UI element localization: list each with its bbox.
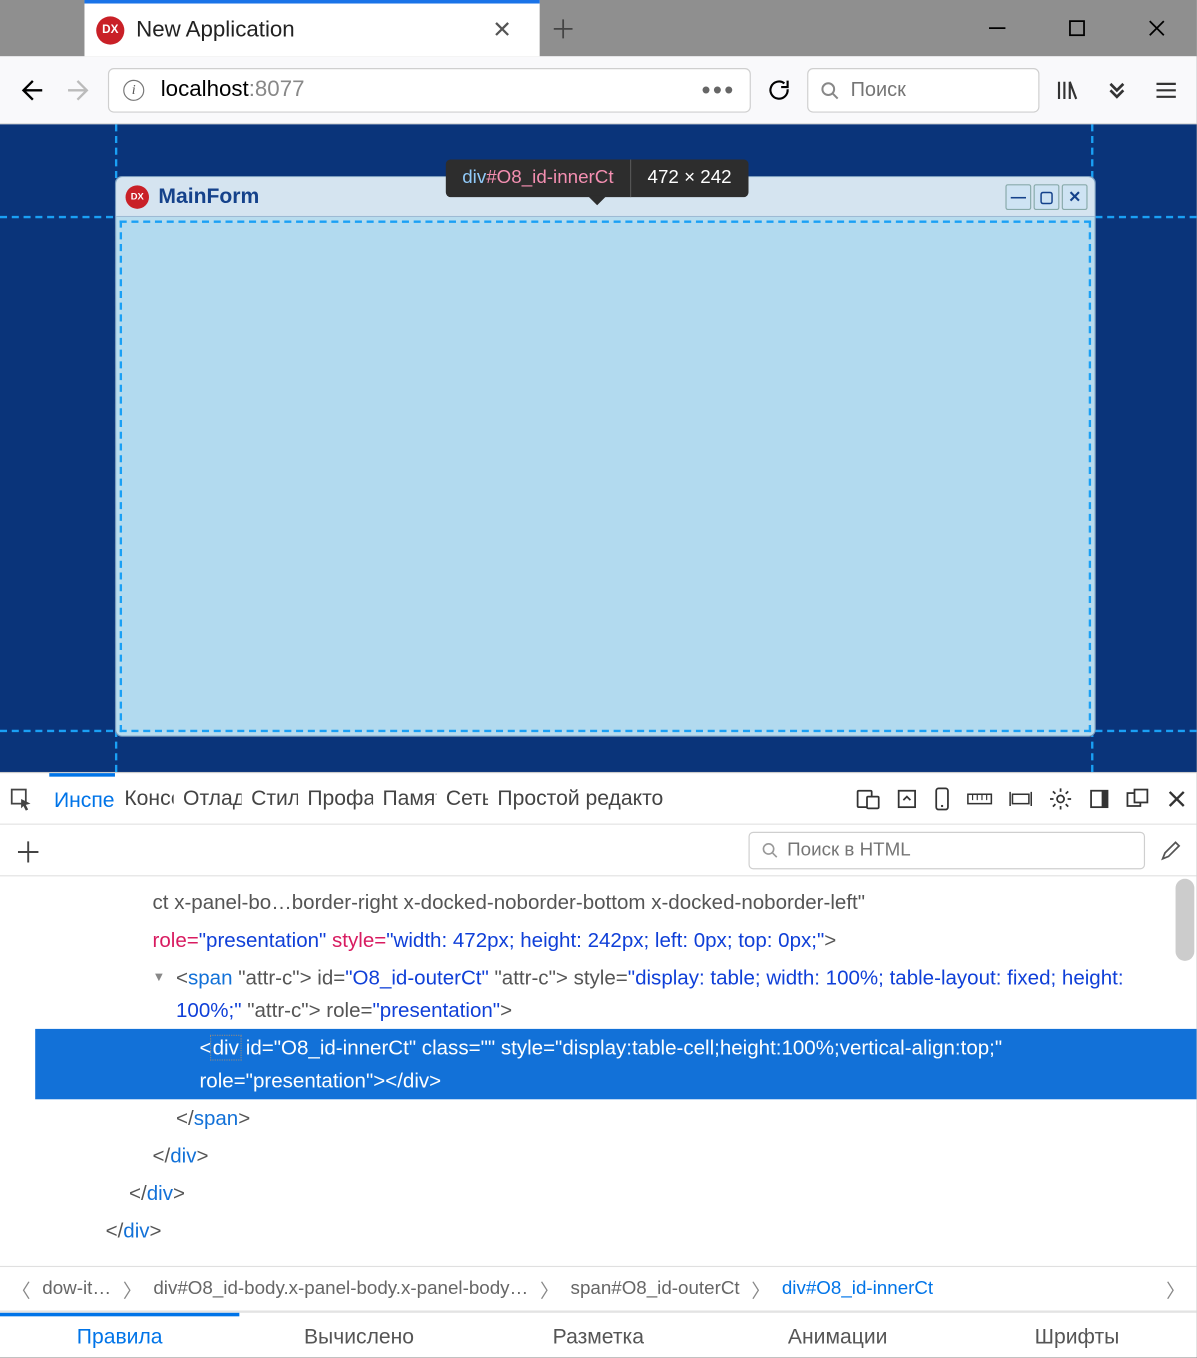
crumb-scroll-left[interactable]: 〈 — [7, 1275, 35, 1303]
style-tab-layout[interactable]: Разметка — [479, 1313, 718, 1358]
html-search-box[interactable] — [749, 831, 1146, 869]
back-button[interactable] — [9, 69, 51, 111]
breadcrumb-item[interactable]: div#O8_id-innerCt — [777, 1278, 938, 1299]
devtools-tab-scratchpad[interactable]: Простой редактор — [493, 773, 664, 823]
main-form-window[interactable]: DX MainForm — ▢ ✕ — [115, 176, 1096, 737]
window-titlebar: DX New Application ✕ ＋ — [0, 0, 1197, 56]
iframe-picker-button[interactable] — [896, 788, 917, 809]
devtools-tab-styles[interactable]: Стили — [246, 773, 298, 823]
browser-tab[interactable]: DX New Application ✕ — [84, 0, 539, 56]
maximize-icon — [1068, 19, 1087, 38]
measure-button[interactable] — [1009, 790, 1032, 806]
library-icon — [1055, 77, 1081, 103]
breadcrumb-item[interactable]: span#O8_id-outerCt — [566, 1278, 744, 1299]
search-box[interactable] — [807, 67, 1039, 112]
dom-node-selected[interactable]: <div id="O8_id-innerCt" class="" style="… — [35, 1029, 1196, 1099]
window-icon: DX — [126, 185, 149, 208]
address-bar[interactable]: i localhost:8077 ••• — [108, 67, 751, 112]
app-favicon-icon: DX — [96, 16, 124, 44]
breadcrumb-item[interactable]: div#O8_id-body.x-panel-body.x-panel-body… — [149, 1278, 533, 1299]
devtools-tab-inspector[interactable]: Инспектор — [49, 773, 115, 823]
search-icon — [761, 841, 777, 859]
dom-tree-pane[interactable]: ct x-panel-bo…border-right x-docked-nobo… — [0, 876, 1197, 1266]
reload-icon — [766, 77, 792, 103]
menu-button[interactable] — [1145, 69, 1187, 111]
window-close-button[interactable]: ✕ — [1062, 184, 1088, 210]
tab-title: New Application — [136, 17, 467, 43]
dom-node[interactable]: </span> — [35, 1099, 1196, 1137]
element-tooltip: div#O8_id-innerCt 472 × 242 — [446, 160, 748, 198]
chevron-double-icon — [1104, 77, 1130, 103]
url-toolbar: i localhost:8077 ••• — [0, 56, 1197, 124]
search-input[interactable] — [851, 78, 1027, 101]
minimize-icon — [987, 18, 1008, 39]
create-element-button[interactable]: ＋ — [14, 829, 42, 870]
vertical-scrollbar[interactable] — [1176, 879, 1195, 961]
breadcrumb-item[interactable]: dow-it… — [38, 1278, 116, 1299]
devtools-tab-debugger[interactable]: Отладка — [178, 773, 241, 823]
style-subtabs: Правила Вычислено Разметка Анимации Шриф… — [0, 1310, 1197, 1357]
crumb-scroll-right[interactable]: 〉 — [1161, 1275, 1189, 1303]
window-maximize-button[interactable]: ▢ — [1034, 184, 1060, 210]
dom-node[interactable]: role="presentation" style="width: 472px;… — [35, 921, 1196, 959]
device-button[interactable] — [934, 787, 950, 810]
tab-strip: DX New Application ✕ ＋ — [0, 0, 587, 56]
dom-node[interactable]: ct x-panel-bo…border-right x-docked-nobo… — [35, 883, 1196, 921]
library-button[interactable] — [1046, 69, 1088, 111]
element-picker-button[interactable] — [9, 787, 44, 810]
site-info-icon[interactable]: i — [123, 79, 144, 100]
devtools-tab-network[interactable]: Сеть — [441, 773, 488, 823]
style-tab-computed[interactable]: Вычислено — [239, 1313, 478, 1358]
close-tab-button[interactable]: ✕ — [479, 6, 526, 53]
ruler-button[interactable] — [967, 789, 993, 808]
inspected-element-highlight — [121, 222, 1090, 731]
dom-node[interactable]: </div> — [35, 1137, 1196, 1175]
page-viewport: DX MainForm — ▢ ✕ div#O8_id-innerCt 472 … — [0, 124, 1197, 772]
reload-button[interactable] — [758, 69, 800, 111]
settings-button[interactable] — [1049, 787, 1072, 810]
devtools-tab-console[interactable]: Консоль — [120, 773, 174, 823]
hamburger-icon — [1153, 77, 1179, 103]
tooltip-dimensions: 472 × 242 — [631, 168, 748, 189]
dom-node[interactable]: </div> — [35, 1174, 1196, 1212]
edit-html-button[interactable] — [1159, 838, 1182, 861]
close-devtools-button[interactable] — [1166, 788, 1187, 809]
responsive-mode-button[interactable] — [856, 788, 879, 809]
devtools-search-row: ＋ — [0, 825, 1197, 877]
devtools-tab-profiler[interactable]: Профайлер — [303, 773, 373, 823]
style-tab-rules[interactable]: Правила — [0, 1313, 239, 1358]
search-icon — [820, 80, 839, 99]
close-window-button[interactable] — [1117, 0, 1197, 56]
separate-window-button[interactable] — [1126, 788, 1149, 809]
dock-side-button[interactable] — [1089, 788, 1110, 809]
dom-node[interactable]: <span "attr-c"> id="O8_id-outerCt" "attr… — [35, 959, 1196, 1029]
minimize-button[interactable] — [957, 0, 1037, 56]
style-tab-animations[interactable]: Анимации — [718, 1313, 957, 1358]
overflow-button[interactable] — [1096, 69, 1138, 111]
forward-button[interactable] — [59, 69, 101, 111]
page-actions-button[interactable]: ••• — [701, 74, 735, 105]
forward-arrow-icon — [66, 76, 94, 104]
dom-node[interactable]: </div> — [35, 1212, 1196, 1250]
url-text: localhost:8077 — [161, 77, 305, 103]
back-arrow-icon — [16, 76, 44, 104]
breadcrumb-bar: 〈 dow-it… 〉 div#O8_id-body.x-panel-body.… — [0, 1266, 1197, 1311]
new-tab-button[interactable]: ＋ — [540, 5, 587, 52]
style-tab-fonts[interactable]: Шрифты — [957, 1313, 1196, 1358]
window-minimize-button[interactable]: — — [1005, 184, 1031, 210]
maximize-button[interactable] — [1037, 0, 1117, 56]
gear-icon — [1049, 787, 1072, 810]
devtools-panel: Инспектор Консоль Отладка Стили Профайле… — [0, 772, 1197, 1357]
devtools-tab-memory[interactable]: Память — [378, 773, 437, 823]
window-controls — [957, 0, 1196, 56]
html-search-input[interactable] — [787, 839, 1132, 860]
close-icon — [1146, 18, 1167, 39]
devtools-tabbar: Инспектор Консоль Отладка Стили Профайле… — [0, 773, 1197, 825]
